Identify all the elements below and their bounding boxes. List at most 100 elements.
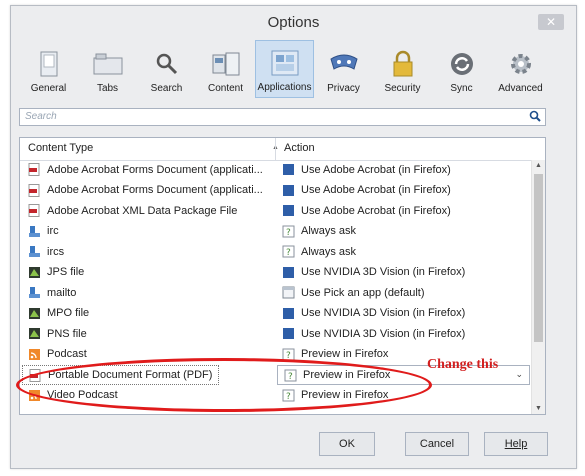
tab-sync[interactable]: Sync xyxy=(432,40,491,98)
vertical-scrollbar[interactable]: ▲ ▼ xyxy=(531,160,545,414)
ok-button[interactable]: OK xyxy=(319,432,375,456)
search-icon xyxy=(151,49,183,79)
table-row[interactable]: MPO file Use NVIDIA 3D Vision (in Firefo… xyxy=(20,304,533,325)
content-type-label: mailto xyxy=(47,286,77,299)
svg-text:?: ? xyxy=(286,228,291,238)
content-icon xyxy=(210,49,242,79)
tab-label: Privacy xyxy=(327,83,360,94)
tab-label: Tabs xyxy=(96,83,119,94)
chevron-down-icon[interactable]: ⌄ xyxy=(515,369,523,380)
content-type-label: Adobe Acrobat Forms Document (applicati.… xyxy=(47,163,263,176)
content-type-label: PNS file xyxy=(47,327,87,340)
column-header-content-type[interactable]: Content Type xyxy=(28,142,93,154)
tab-content[interactable]: Content xyxy=(196,40,255,98)
applications-icon xyxy=(269,48,301,78)
tab-label: Search xyxy=(150,83,183,94)
tab-label: Content xyxy=(207,83,244,94)
annotation-text: Change this xyxy=(427,357,499,372)
blue-app-icon xyxy=(283,205,294,216)
action-label: Always ask xyxy=(301,225,357,237)
blue-app-icon xyxy=(283,328,294,339)
action-label: Preview in Firefox xyxy=(301,348,389,360)
privacy-icon xyxy=(328,49,360,79)
tab-applications[interactable]: Applications xyxy=(255,40,314,98)
action-label: Use Adobe Acrobat (in Firefox) xyxy=(301,184,451,196)
chat-icon xyxy=(29,246,40,257)
close-icon: ✕ xyxy=(545,15,557,29)
table-row[interactable]: mailto Use Pick an app (default) xyxy=(20,283,533,304)
ok-label: OK xyxy=(339,438,355,450)
tab-tabs[interactable]: Tabs xyxy=(78,40,137,98)
window-icon xyxy=(282,286,295,299)
scroll-up-icon[interactable]: ▲ xyxy=(535,162,542,169)
scroll-down-icon[interactable]: ▼ xyxy=(535,405,542,412)
toolbar: General Tabs Search Content Applications xyxy=(19,40,568,100)
search-input[interactable]: Search xyxy=(19,108,546,126)
tab-label: Applications xyxy=(257,82,312,93)
search-placeholder: Search xyxy=(25,111,57,122)
general-icon xyxy=(33,49,65,79)
action-label: Use Adobe Acrobat (in Firefox) xyxy=(301,163,451,176)
tab-advanced[interactable]: Advanced xyxy=(491,40,550,98)
help-label: Help xyxy=(504,438,528,450)
ask-icon: ? xyxy=(282,225,295,238)
security-icon xyxy=(387,49,419,79)
cancel-label: Cancel xyxy=(419,438,455,450)
tabs-icon xyxy=(92,49,124,79)
pdf-icon xyxy=(28,163,40,176)
title-bar: Options ✕ xyxy=(11,6,576,40)
action-label: Use Adobe Acrobat (in Firefox) xyxy=(301,204,451,217)
content-type-label: Podcast xyxy=(47,348,87,360)
help-button[interactable]: Help xyxy=(484,432,548,456)
tab-privacy[interactable]: Privacy xyxy=(314,40,373,98)
blue-app-icon xyxy=(283,307,294,319)
blue-app-icon xyxy=(283,184,294,196)
content-type-label: JPS file xyxy=(47,266,85,278)
table-row[interactable]: ircs ? Always ask xyxy=(20,242,533,263)
close-button[interactable]: ✕ xyxy=(538,14,564,30)
nvidia-icon xyxy=(29,307,40,319)
chat-icon xyxy=(29,225,40,237)
action-label: Use NVIDIA 3D Vision (in Firefox) xyxy=(301,307,466,319)
nvidia-icon xyxy=(29,328,40,339)
tab-security[interactable]: Security xyxy=(373,40,432,98)
magnifier-icon[interactable] xyxy=(529,110,541,125)
content-type-label: Adobe Acrobat Forms Document (applicati.… xyxy=(47,184,263,196)
table-row[interactable]: JPS file Use NVIDIA 3D Vision (in Firefo… xyxy=(20,263,533,284)
content-type-label: MPO file xyxy=(47,307,90,319)
ask-icon: ? xyxy=(282,245,295,258)
column-header-action[interactable]: Action xyxy=(284,142,315,154)
content-type-label: ircs xyxy=(47,245,65,258)
content-type-label: irc xyxy=(47,225,59,237)
table-row[interactable]: irc ? Always ask xyxy=(20,222,533,243)
tab-label: Advanced xyxy=(498,83,543,94)
tab-search[interactable]: Search xyxy=(137,40,196,98)
action-label: Always ask xyxy=(301,245,357,258)
window-title: Options xyxy=(267,14,320,31)
blue-app-icon xyxy=(283,164,294,175)
cancel-button[interactable]: Cancel xyxy=(405,432,469,456)
action-label: Use NVIDIA 3D Vision (in Firefox) xyxy=(301,266,466,278)
content-type-label: Adobe Acrobat XML Data Package File xyxy=(47,204,238,217)
table-row[interactable]: PNS file Use NVIDIA 3D Vision (in Firefo… xyxy=(20,324,533,345)
chat-icon xyxy=(29,287,40,298)
blue-app-icon xyxy=(283,266,294,278)
pdf-icon xyxy=(28,204,40,217)
svg-text:?: ? xyxy=(286,248,291,258)
tab-label: General xyxy=(30,83,67,94)
rss-icon xyxy=(29,348,40,360)
scroll-thumb[interactable] xyxy=(534,174,543,342)
column-divider[interactable] xyxy=(275,138,276,160)
action-label: Use NVIDIA 3D Vision (in Firefox) xyxy=(301,327,466,340)
table-row[interactable]: Adobe Acrobat Forms Document (applicati.… xyxy=(20,160,533,181)
nvidia-icon xyxy=(29,266,40,278)
pdf-icon xyxy=(28,183,40,197)
annotation-ellipse xyxy=(16,358,432,412)
table-row[interactable]: Adobe Acrobat XML Data Package File Use … xyxy=(20,201,533,222)
table-header: Content Type ▲ Action xyxy=(20,138,545,161)
table-row[interactable]: Adobe Acrobat Forms Document (applicati.… xyxy=(20,181,533,202)
tab-label: Security xyxy=(384,83,421,94)
sync-icon xyxy=(446,49,478,79)
tab-general[interactable]: General xyxy=(19,40,78,98)
advanced-icon xyxy=(505,49,537,79)
